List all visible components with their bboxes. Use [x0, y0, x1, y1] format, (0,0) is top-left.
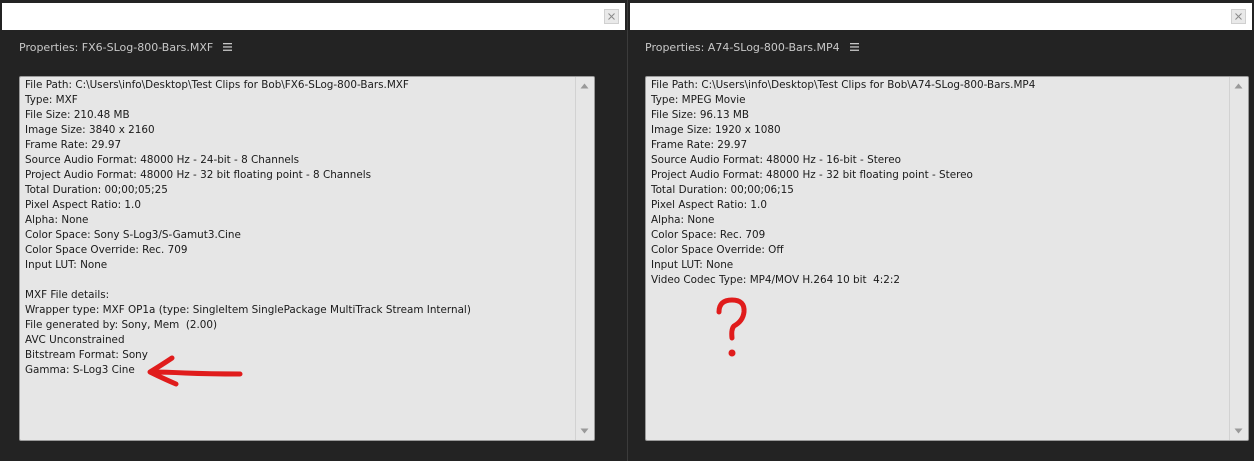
property-line: Alpha: None	[651, 214, 715, 226]
property-line: Source Audio Format: 48000 Hz - 24-bit -…	[25, 154, 300, 166]
properties-panel-right: Properties: A74-SLog-800-Bars.MP4 File P…	[628, 0, 1254, 461]
property-line: Type: MPEG Movie	[651, 94, 746, 106]
properties-text-box[interactable]: File Path: C:\Users\info\Desktop\Test Cl…	[645, 76, 1249, 441]
property-line: Wrapper type: MXF OP1a (type: SingleItem…	[25, 304, 471, 316]
panel-header: Properties: A74-SLog-800-Bars.MP4	[628, 30, 1254, 64]
property-line: File Path: C:\Users\info\Desktop\Test Cl…	[25, 79, 409, 91]
property-line: MXF File details:	[25, 289, 110, 301]
property-line: Source Audio Format: 48000 Hz - 16-bit -…	[651, 154, 901, 166]
property-line: File Size: 210.48 MB	[25, 109, 130, 121]
properties-text-box[interactable]: File Path: C:\Users\info\Desktop\Test Cl…	[19, 76, 595, 441]
property-line: Project Audio Format: 48000 Hz - 32 bit …	[25, 169, 372, 181]
properties-text: File Path: C:\Users\info\Desktop\Test Cl…	[25, 78, 572, 378]
scroll-down-arrow-icon[interactable]	[580, 428, 589, 434]
property-line: File Path: C:\Users\info\Desktop\Test Cl…	[651, 79, 1036, 91]
property-line: Type: MXF	[25, 94, 78, 106]
panel-title: Properties: A74-SLog-800-Bars.MP4	[645, 40, 840, 54]
scroll-up-arrow-icon[interactable]	[580, 83, 589, 89]
property-line: Pixel Aspect Ratio: 1.0	[651, 199, 767, 211]
property-line: Frame Rate: 29.97	[651, 139, 748, 151]
scroll-up-arrow-icon[interactable]	[1234, 83, 1243, 89]
property-line: Alpha: None	[25, 214, 89, 226]
property-line: File generated by: Sony, Mem (2.00)	[25, 319, 218, 331]
property-line: Color Space: Rec. 709	[651, 229, 766, 241]
property-line: Total Duration: 00;00;06;15	[651, 184, 794, 196]
property-line: Total Duration: 00;00;05;25	[25, 184, 168, 196]
close-icon	[608, 13, 615, 20]
close-button[interactable]	[604, 9, 619, 24]
property-line: Video Codec Type: MP4/MOV H.264 10 bit 4…	[651, 274, 901, 286]
panel-title: Properties: FX6-SLog-800-Bars.MXF	[19, 40, 214, 54]
panel-titlebar[interactable]	[630, 3, 1252, 30]
property-line: AVC Unconstrained	[25, 334, 125, 346]
close-button[interactable]	[1231, 9, 1246, 24]
properties-text: File Path: C:\Users\info\Desktop\Test Cl…	[651, 78, 1226, 288]
scrollbar[interactable]	[1229, 77, 1248, 440]
scrollbar[interactable]	[575, 77, 594, 440]
property-line: Input LUT: None	[651, 259, 734, 271]
property-line	[25, 273, 572, 288]
hamburger-menu-icon[interactable]	[849, 43, 859, 51]
panel-header: Properties: FX6-SLog-800-Bars.MXF	[0, 30, 627, 64]
close-icon	[1235, 13, 1242, 20]
hamburger-menu-icon[interactable]	[223, 43, 233, 51]
property-line: Image Size: 3840 x 2160	[25, 124, 155, 136]
property-line: Pixel Aspect Ratio: 1.0	[25, 199, 141, 211]
scroll-down-arrow-icon[interactable]	[1234, 428, 1243, 434]
property-line: Gamma: S-Log3 Cine	[25, 364, 135, 376]
property-line: Color Space: Sony S-Log3/S-Gamut3.Cine	[25, 229, 241, 241]
property-line: File Size: 96.13 MB	[651, 109, 749, 121]
panel-titlebar[interactable]	[2, 3, 625, 30]
property-line: Project Audio Format: 48000 Hz - 32 bit …	[651, 169, 973, 181]
property-line: Frame Rate: 29.97	[25, 139, 122, 151]
property-line: Image Size: 1920 x 1080	[651, 124, 781, 136]
property-line: Color Space Override: Off	[651, 244, 784, 256]
property-line: Bitstream Format: Sony	[25, 349, 148, 361]
property-line: Color Space Override: Rec. 709	[25, 244, 188, 256]
property-line: Input LUT: None	[25, 259, 108, 271]
properties-panel-left: Properties: FX6-SLog-800-Bars.MXF File P…	[0, 0, 627, 461]
